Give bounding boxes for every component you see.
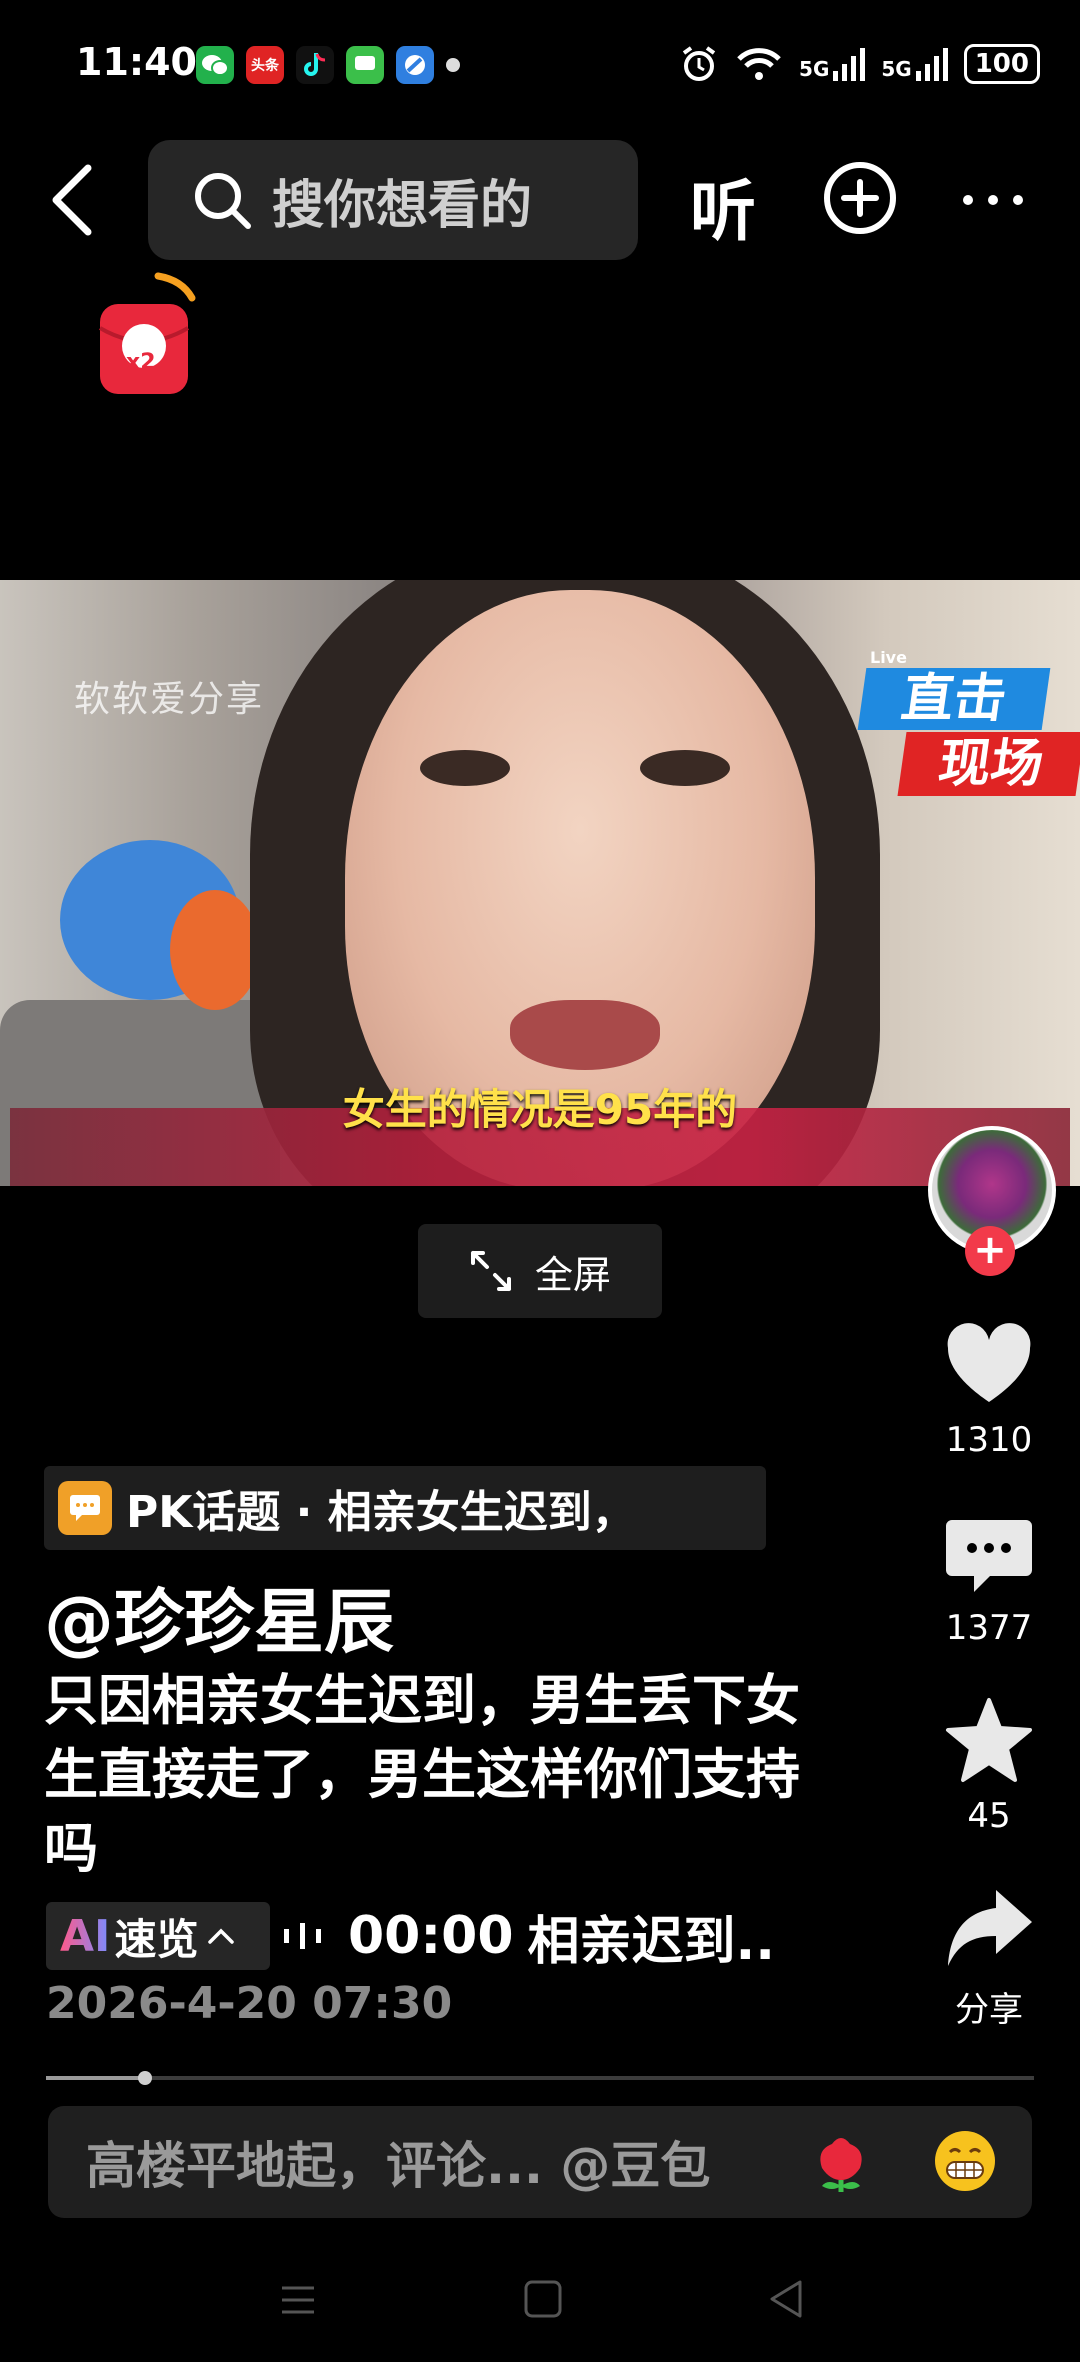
pk-topic-bar[interactable]: PK话题 · 相亲女生迟到， <box>44 1466 766 1550</box>
chat-bubble-icon <box>58 1481 112 1535</box>
news-badge-line1: 直击 <box>857 668 1051 730</box>
more-options-icon[interactable] <box>958 180 1028 220</box>
ai-prefix: AI <box>60 1910 111 1962</box>
progress-fill <box>46 2076 145 2080</box>
menu-icon[interactable] <box>278 2280 318 2320</box>
author-name[interactable]: @珍珍星辰 <box>44 1566 394 1667</box>
browser-icon <box>396 46 434 84</box>
wifi-icon <box>737 48 781 80</box>
notification-icons: 头条 <box>196 46 460 84</box>
audio-wave-icon <box>284 1923 321 1949</box>
alarm-icon <box>682 46 716 81</box>
signal-icon-2: 5G <box>881 47 948 81</box>
like-icon[interactable] <box>944 1322 1034 1412</box>
video-person-eye-right <box>640 750 730 786</box>
favorite-count: 45 <box>967 1796 1011 1836</box>
video-progress-bar[interactable] <box>46 2071 1034 2085</box>
comment-count: 1377 <box>945 1608 1033 1648</box>
douyin-icon <box>296 46 334 84</box>
listen-button[interactable]: 听 <box>690 158 756 254</box>
post-description: 只因相亲女生迟到，男生丢下女生直接走了，男生这样你们支持吗 <box>44 1669 800 1880</box>
more-notifications-dot <box>446 58 460 72</box>
video-person-mouth <box>510 1000 660 1070</box>
red-packet-reward[interactable]: x2 <box>96 268 200 398</box>
audio-title: 相亲迟到.. <box>527 1911 776 1972</box>
search-bar[interactable]: 搜你想看的 <box>148 140 638 260</box>
follow-button[interactable]: + <box>965 1226 1015 1276</box>
battery-indicator: 100 <box>963 44 1040 84</box>
video-person-eye-left <box>420 750 510 786</box>
search-placeholder: 搜你想看的 <box>272 175 533 236</box>
audio-summary[interactable]: 00:00 相亲迟到.. <box>282 1902 775 1972</box>
news-badge-line2: 现场 <box>897 732 1080 796</box>
nav-back-icon[interactable] <box>766 2278 808 2320</box>
comment-input[interactable]: 高楼平地起，评论... @豆包 <box>48 2106 1032 2218</box>
progress-knob[interactable] <box>137 2071 152 2085</box>
video-watermark: 软软爱分享 <box>74 679 265 720</box>
comment-icon[interactable] <box>944 1510 1034 1600</box>
search-icon <box>195 173 251 229</box>
back-icon[interactable] <box>44 160 104 240</box>
audio-timestamp: 00:00 <box>348 1906 514 1966</box>
expand-icon <box>470 1251 511 1291</box>
message-app-icon <box>346 46 384 84</box>
favorite-star-icon[interactable] <box>944 1696 1034 1786</box>
ai-summary-button[interactable]: AI 速览 <box>46 1902 270 1970</box>
share-icon[interactable] <box>944 1884 1034 1974</box>
grin-emoji-icon[interactable] <box>932 2128 998 2194</box>
chevron-up-icon <box>208 1928 235 1944</box>
signal-icon-1: 5G <box>799 47 866 81</box>
video-player[interactable]: 软软爱分享 Live 直击 现场 女生的情况是95年的 <box>0 580 1080 1186</box>
post-date: 2026-4-20 07:30 <box>46 1978 453 2029</box>
video-subtitle: 女生的情况是95年的 <box>342 1085 738 1134</box>
status-time: 11:40 <box>76 40 197 84</box>
like-count: 1310 <box>945 1420 1033 1460</box>
toutiao-icon: 头条 <box>246 46 284 84</box>
comment-placeholder: 高楼平地起，评论... @豆包 <box>86 2137 711 2195</box>
fullscreen-button[interactable]: 全屏 <box>418 1224 662 1318</box>
system-navigation-bar <box>0 2248 1080 2362</box>
add-icon[interactable] <box>822 160 898 236</box>
live-tag: Live <box>870 648 907 667</box>
video-plush-toy-2 <box>170 890 260 1010</box>
share-label: 分享 <box>955 1990 1023 2030</box>
wechat-icon <box>196 46 234 84</box>
fullscreen-label: 全屏 <box>534 1252 611 1297</box>
pk-topic-text: PK话题 · 相亲女生迟到， <box>126 1487 636 1538</box>
rose-emoji-icon[interactable] <box>808 2128 874 2194</box>
home-icon[interactable] <box>522 2278 564 2320</box>
ai-summary-label: 速览 <box>114 1914 199 1964</box>
system-status: 5G 5G 100 <box>679 44 1040 84</box>
